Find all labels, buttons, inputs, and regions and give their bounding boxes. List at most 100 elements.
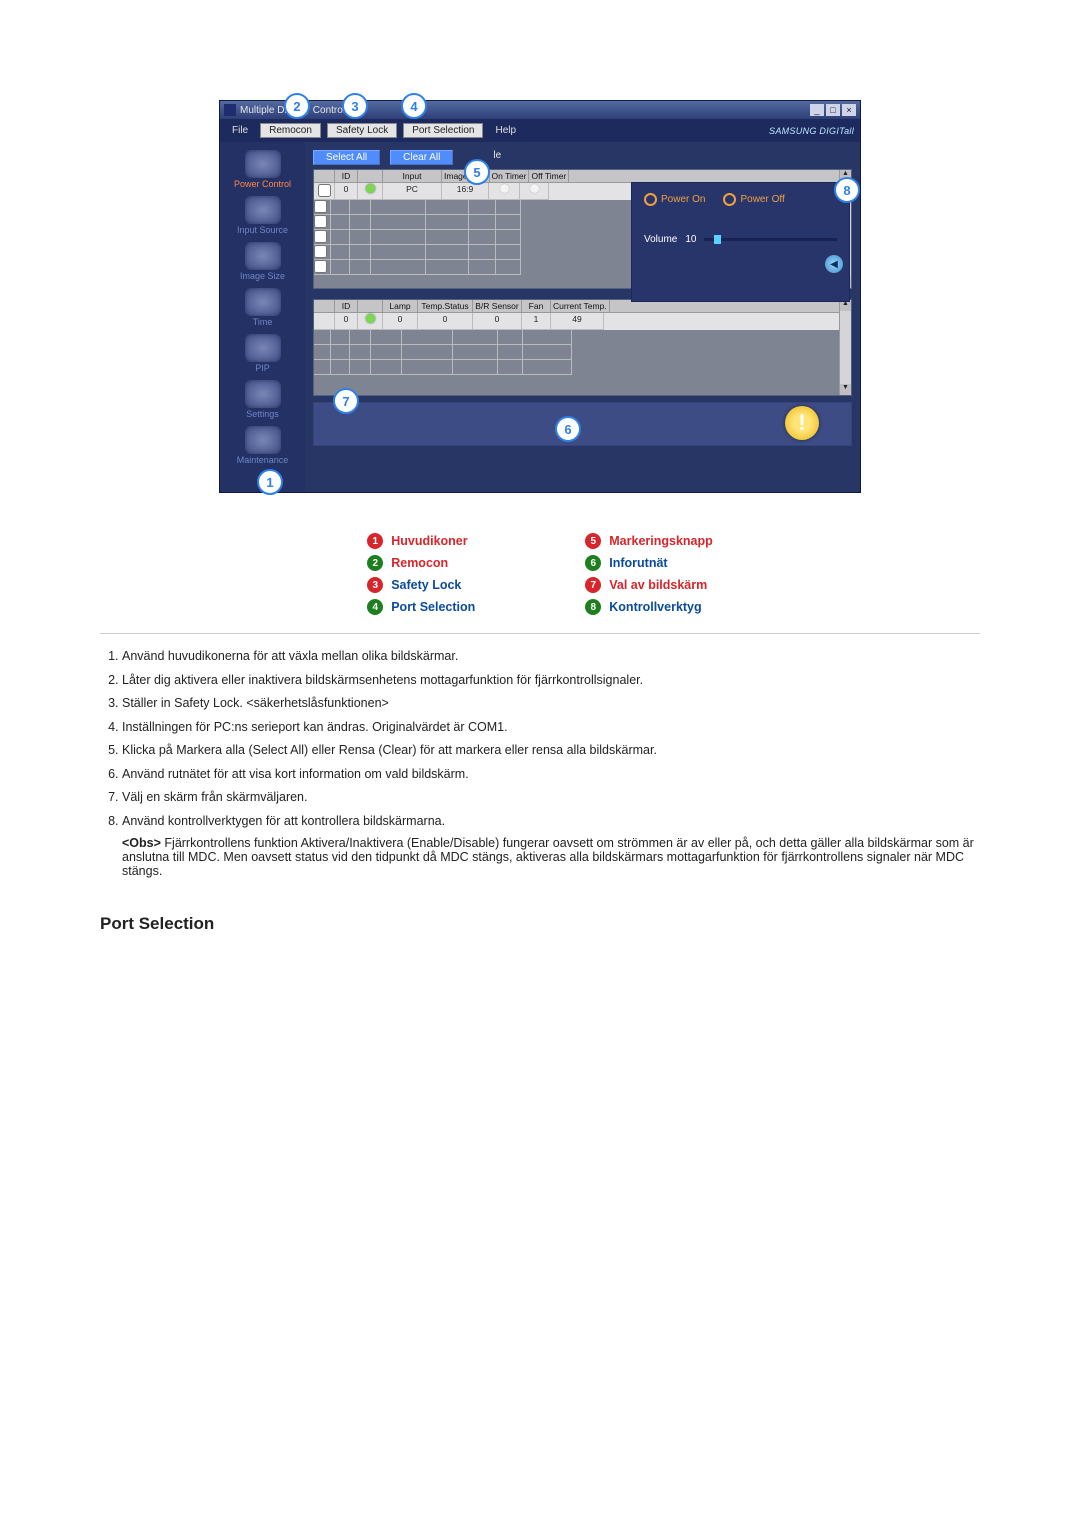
notes-list: Använd huvudikonerna för att växla mella… — [100, 648, 980, 830]
menu-port-selection[interactable]: Port Selection — [403, 123, 483, 138]
row-checkbox[interactable] — [314, 200, 327, 213]
row-checkbox[interactable] — [314, 215, 327, 228]
cell-current-temp: 49 — [551, 313, 604, 330]
sidebar-item-label: Maintenance — [237, 455, 289, 465]
note-item: Låter dig aktivera eller inaktivera bild… — [122, 672, 980, 690]
menu-help[interactable]: Help — [489, 124, 522, 137]
section-heading: Port Selection — [100, 914, 980, 934]
pip-icon — [245, 334, 281, 362]
legend-item: 7 Val av bildskärm — [585, 577, 713, 593]
note-item: Använd kontrollverktygen för att kontrol… — [122, 813, 980, 831]
callout-1: 1 — [257, 469, 283, 495]
clear-all-button[interactable]: Clear All — [390, 150, 453, 165]
screenshot-figure: 2 3 4 5 1 7 6 8 Multiple Display Control… — [100, 100, 980, 493]
app-logo-icon — [224, 104, 236, 116]
info-scrollbar[interactable]: ▲ ▼ — [839, 300, 851, 395]
power-on-radio[interactable]: Power On — [644, 193, 705, 206]
radio-icon — [723, 193, 736, 206]
menu-remocon[interactable]: Remocon — [260, 123, 321, 138]
status-strip: ! — [313, 402, 852, 446]
callout-8: 8 — [834, 177, 860, 203]
cell-fan: 1 — [522, 313, 551, 330]
sidebar-item-input-source[interactable]: Input Source — [225, 194, 300, 237]
cell-temp-status: 0 — [418, 313, 473, 330]
note-item: Använd huvudikonerna för att växla mella… — [122, 648, 980, 666]
volume-value: 10 — [685, 234, 696, 245]
sidebar: Power Control Input Source Image Size Ti… — [220, 142, 305, 492]
timer-off-icon — [530, 184, 539, 193]
brand-label: SAMSUNG DIGITall — [769, 126, 854, 136]
row-checkbox[interactable] — [314, 230, 327, 243]
window-titlebar: Multiple Display Control _ □ × — [220, 101, 860, 119]
cell-image-size: 16:9 — [442, 183, 489, 200]
power-control-icon — [245, 150, 281, 178]
obs-label: <Obs> — [122, 836, 161, 850]
select-all-button[interactable]: Select All — [313, 150, 380, 165]
divider — [100, 633, 980, 634]
scroll-down-icon[interactable]: ▼ — [840, 384, 851, 395]
sidebar-item-label: Settings — [246, 409, 279, 419]
legend-label: Val av bildskärm — [609, 578, 707, 592]
row-checkbox[interactable] — [318, 184, 331, 197]
sidebar-item-maintenance[interactable]: Maintenance — [225, 424, 300, 467]
cell-lamp: 0 — [383, 313, 418, 330]
power-off-label: Power Off — [740, 194, 784, 205]
minimize-icon[interactable]: _ — [810, 104, 824, 116]
settings-icon — [245, 380, 281, 408]
cell-br-sensor: 0 — [473, 313, 522, 330]
row-checkbox[interactable] — [314, 245, 327, 258]
note-item: Välj en skärm från skärmväljaren. — [122, 789, 980, 807]
sidebar-item-settings[interactable]: Settings — [225, 378, 300, 421]
power-on-icon — [366, 184, 375, 193]
warning-icon: ! — [785, 406, 819, 440]
time-icon — [245, 288, 281, 316]
legend-num-icon: 3 — [367, 577, 383, 593]
sidebar-item-label: Image Size — [240, 271, 285, 281]
note-item: Ställer in Safety Lock. <säkerhetslåsfun… — [122, 695, 980, 713]
legend-num-icon: 6 — [585, 555, 601, 571]
sidebar-item-label: PIP — [255, 363, 270, 373]
legend: 1 Huvudikoner 2 Remocon 3 Safety Lock 4 … — [100, 533, 980, 615]
radio-icon — [644, 193, 657, 206]
close-icon[interactable]: × — [842, 104, 856, 116]
legend-item: 2 Remocon — [367, 555, 475, 571]
legend-num-icon: 2 — [367, 555, 383, 571]
legend-item: 5 Markeringsknapp — [585, 533, 713, 549]
sidebar-item-label: Power Control — [234, 179, 291, 189]
legend-label: Kontrollverktyg — [609, 600, 701, 614]
legend-item: 3 Safety Lock — [367, 577, 475, 593]
volume-slider[interactable] — [704, 238, 837, 241]
volume-label: Volume — [644, 234, 677, 245]
timer-off-icon — [500, 184, 509, 193]
slider-thumb[interactable] — [714, 235, 721, 244]
callout-4: 4 — [401, 93, 427, 119]
callout-5: 5 — [464, 159, 490, 185]
row-checkbox[interactable] — [314, 260, 327, 273]
callout-3: 3 — [342, 93, 368, 119]
legend-item: 4 Port Selection — [367, 599, 475, 615]
power-on-label: Power On — [661, 194, 705, 205]
maximize-icon[interactable]: □ — [826, 104, 840, 116]
legend-label: Markeringsknapp — [609, 534, 713, 548]
menubar: File Remocon Safety Lock Port Selection … — [220, 119, 860, 142]
sidebar-item-label: Input Source — [237, 225, 288, 235]
sidebar-item-power-control[interactable]: Power Control — [225, 148, 300, 191]
legend-num-icon: 7 — [585, 577, 601, 593]
legend-item: 8 Kontrollverktyg — [585, 599, 713, 615]
legend-label: Remocon — [391, 556, 448, 570]
speaker-icon[interactable]: ◀ — [825, 255, 843, 273]
info-grid: ID Lamp Temp.Status B/R Sensor Fan Curre… — [313, 299, 852, 396]
callout-6: 6 — [555, 416, 581, 442]
power-off-radio[interactable]: Power Off — [723, 193, 784, 206]
cell-id: 0 — [335, 313, 358, 330]
legend-num-icon: 1 — [367, 533, 383, 549]
note-item: Inställningen för PC:ns serieport kan än… — [122, 719, 980, 737]
control-panel: Power On Power Off Volume 10 — [631, 182, 850, 302]
menu-file[interactable]: File — [226, 124, 254, 137]
legend-label: Huvudikoner — [391, 534, 467, 548]
menu-safety-lock[interactable]: Safety Lock — [327, 123, 397, 138]
sidebar-item-pip[interactable]: PIP — [225, 332, 300, 375]
obs-block: <Obs> Fjärrkontrollens funktion Aktivera… — [122, 836, 980, 878]
sidebar-item-image-size[interactable]: Image Size — [225, 240, 300, 283]
sidebar-item-time[interactable]: Time — [225, 286, 300, 329]
